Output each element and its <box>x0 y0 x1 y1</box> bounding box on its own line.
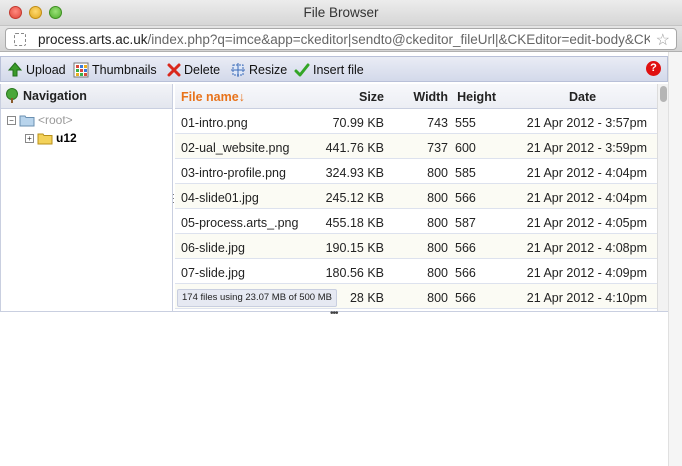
file-width: 800 <box>427 191 448 205</box>
browser-main: Navigation − <root> + u12 · · · File name↓ <box>0 84 668 312</box>
file-date: 21 Apr 2012 - 3:57pm <box>526 116 647 130</box>
root-folder-icon <box>19 115 35 126</box>
delete-button[interactable]: Delete <box>167 60 220 79</box>
file-size: 455.18 KB <box>325 216 384 230</box>
folder-icon <box>37 133 53 144</box>
file-name: 02-ual_website.png <box>181 141 290 155</box>
file-width: 800 <box>427 266 448 280</box>
table-row[interactable]: 02-ual_website.png 441.76 KB 737 600 21 … <box>175 134 657 159</box>
file-height: 566 <box>455 191 476 205</box>
bookmark-star-icon[interactable]: ☆ <box>656 30 670 50</box>
u12-folder-label[interactable]: u12 <box>56 131 77 145</box>
file-rows: 01-intro.png 70.99 KB 743 555 21 Apr 201… <box>175 109 657 312</box>
insert-file-label: Insert file <box>313 62 364 77</box>
file-date: 21 Apr 2012 - 4:05pm <box>526 216 647 230</box>
table-row[interactable]: 01-intro.png 70.99 KB 743 555 21 Apr 201… <box>175 109 657 134</box>
column-file-name[interactable]: File name↓ <box>181 90 245 104</box>
navigation-title: Navigation <box>23 89 87 103</box>
table-row[interactable]: 04-slide01.jpg 245.12 KB 800 566 21 Apr … <box>175 184 657 209</box>
file-height: 566 <box>455 291 476 305</box>
file-list-header: File name↓ Size Width Height Date <box>175 84 657 109</box>
navigation-header: Navigation <box>1 84 172 109</box>
file-width: 737 <box>427 141 448 155</box>
help-icon[interactable]: ? <box>646 61 661 76</box>
delete-x-icon <box>167 63 181 76</box>
title-bar[interactable]: File Browser <box>0 0 682 26</box>
column-size[interactable]: Size <box>359 90 384 104</box>
upload-button[interactable]: Upload <box>7 60 66 79</box>
page-icon <box>14 33 26 46</box>
navigation-pane: Navigation − <root> + u12 <box>1 84 173 312</box>
resize-label: Resize <box>249 62 288 77</box>
insert-file-button[interactable]: Insert file <box>294 60 364 79</box>
url-text[interactable]: process.arts.ac.uk/index.php?q=imce&app=… <box>38 32 650 48</box>
file-date: 21 Apr 2012 - 4:09pm <box>526 266 647 280</box>
column-date[interactable]: Date <box>569 90 596 104</box>
expand-u12-toggle[interactable]: + <box>25 133 34 143</box>
column-width[interactable]: Width <box>413 90 448 104</box>
file-width: 800 <box>427 166 448 180</box>
table-row[interactable]: 05-process.arts_.png 455.18 KB 800 587 2… <box>175 209 657 234</box>
tree-icon <box>6 88 18 103</box>
resize-icon <box>231 62 245 77</box>
tree-root[interactable]: − <root> <box>7 113 73 127</box>
file-usage-status: 174 files using 23.07 MB of 500 MB <box>177 289 337 307</box>
upload-arrow-icon <box>7 61 23 76</box>
file-date: 21 Apr 2012 - 4:08pm <box>526 241 647 255</box>
file-width: 800 <box>427 291 448 305</box>
url-host: process.arts.ac.uk <box>38 32 148 47</box>
file-name: 01-intro.png <box>181 116 248 130</box>
imce-toolbar: Upload Thumbnails Delete Resize Insert f <box>0 56 668 82</box>
file-width: 800 <box>427 216 448 230</box>
file-size: 245.12 KB <box>325 191 384 205</box>
delete-label: Delete <box>184 62 221 77</box>
file-preview-area <box>0 317 668 466</box>
file-size: 441.76 KB <box>325 141 384 155</box>
window-right-edge <box>668 52 682 466</box>
file-height: 600 <box>455 141 476 155</box>
file-size: 70.99 KB <box>332 116 384 130</box>
file-list-scrollbar[interactable] <box>657 84 668 312</box>
file-height: 566 <box>455 241 476 255</box>
thumbnails-button[interactable]: Thumbnails <box>73 60 157 79</box>
file-height: 587 <box>455 216 476 230</box>
file-size: 180.56 KB <box>325 266 384 280</box>
file-size: 324.93 KB <box>325 166 384 180</box>
checkmark-icon <box>294 63 310 76</box>
table-row[interactable]: 06-slide.jpg 190.15 KB 800 566 21 Apr 20… <box>175 234 657 259</box>
thumbnails-label: Thumbnails <box>92 62 157 77</box>
file-date: 21 Apr 2012 - 4:04pm <box>526 191 647 205</box>
file-name: 03-intro-profile.png <box>181 166 286 180</box>
file-name: 06-slide.jpg <box>181 241 245 255</box>
upload-label: Upload <box>26 62 66 77</box>
file-date: 21 Apr 2012 - 4:10pm <box>526 291 647 305</box>
file-width: 743 <box>427 116 448 130</box>
file-name: 04-slide01.jpg <box>181 191 259 205</box>
file-size: 28 KB <box>349 291 384 305</box>
file-date: 21 Apr 2012 - 3:59pm <box>526 141 647 155</box>
file-browser-window: File Browser process.arts.ac.uk/index.ph… <box>0 0 682 466</box>
tree-folder-u12[interactable]: + u12 <box>25 131 77 145</box>
file-name: 07-slide.jpg <box>181 266 245 280</box>
window-title: File Browser <box>303 5 379 20</box>
url-field[interactable]: process.arts.ac.uk/index.php?q=imce&app=… <box>5 28 677 50</box>
table-row[interactable]: 03-intro-profile.png 324.93 KB 800 585 2… <box>175 159 657 184</box>
file-size: 190.15 KB <box>325 241 384 255</box>
url-path: /index.php?q=imce&app=ckeditor|sendto@ck… <box>147 32 650 47</box>
scrollbar-thumb[interactable] <box>660 86 667 102</box>
file-height: 555 <box>455 116 476 130</box>
root-folder-label[interactable]: <root> <box>38 113 73 127</box>
file-list-pane: File name↓ Size Width Height Date 01-int… <box>175 84 657 312</box>
file-date: 21 Apr 2012 - 4:04pm <box>526 166 647 180</box>
address-bar: process.arts.ac.uk/index.php?q=imce&app=… <box>0 26 682 52</box>
collapse-root-toggle[interactable]: − <box>7 115 16 125</box>
table-row[interactable]: 07-slide.jpg 180.56 KB 800 566 21 Apr 20… <box>175 259 657 284</box>
file-height: 585 <box>455 166 476 180</box>
resize-button[interactable]: Resize <box>230 60 287 79</box>
thumbnails-grid-icon <box>73 62 89 77</box>
file-width: 800 <box>427 241 448 255</box>
file-height: 566 <box>455 266 476 280</box>
column-height[interactable]: Height <box>457 90 496 104</box>
file-name: 05-process.arts_.png <box>181 216 299 230</box>
